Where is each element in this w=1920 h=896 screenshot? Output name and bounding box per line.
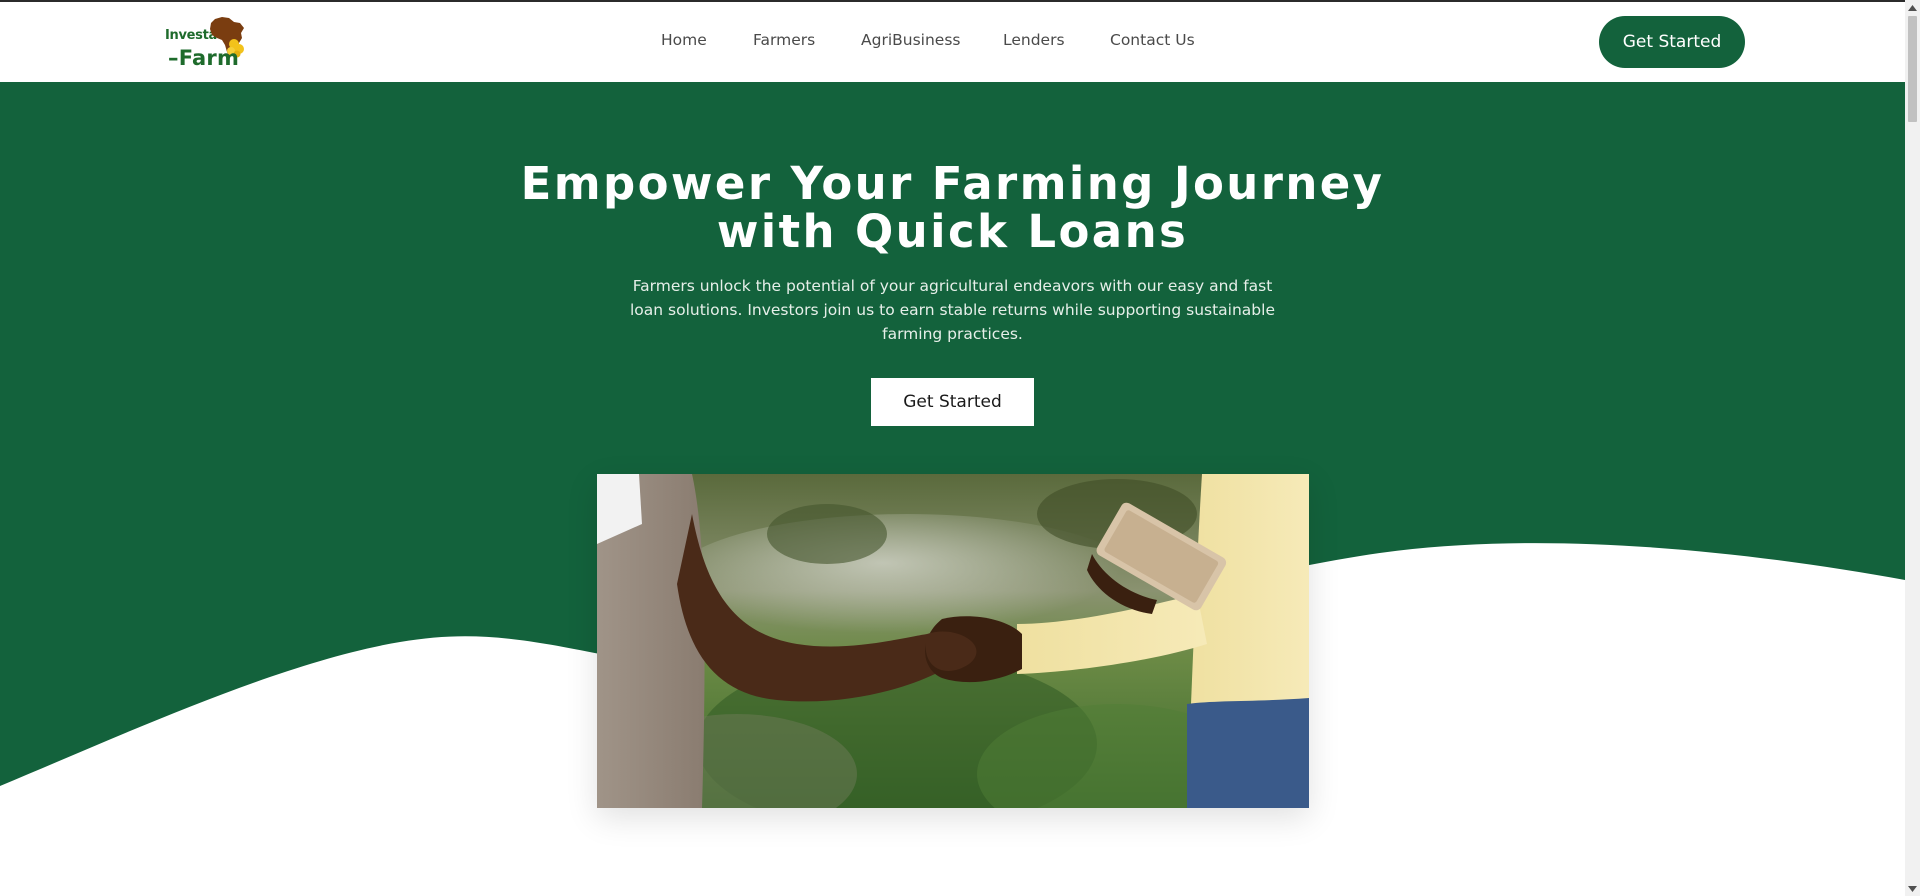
nav-home[interactable]: Home (661, 31, 707, 49)
hero-subtitle: Farmers unlock the potential of your agr… (629, 277, 1275, 343)
site-header: Investa –Farm Home Farmers AgriBusiness … (0, 2, 1905, 82)
nav-agribusiness[interactable]: AgriBusiness (861, 31, 960, 49)
hero-title: Empower Your Farming Journey with Quick … (520, 157, 1385, 258)
handshake-photo (597, 474, 1309, 808)
scrollbar-thumb[interactable] (1908, 16, 1917, 122)
nav-contact-us[interactable]: Contact Us (1110, 31, 1195, 49)
scroll-up-arrow-icon[interactable] (1905, 0, 1920, 15)
scroll-down-arrow-icon[interactable] (1905, 881, 1920, 896)
nav-farmers[interactable]: Farmers (753, 31, 815, 49)
nav-lenders[interactable]: Lenders (1003, 31, 1065, 49)
header-get-started-button[interactable]: Get Started (1599, 16, 1745, 68)
page-scrollbar[interactable] (1905, 0, 1920, 896)
hero-section: Empower Your Farming Journey with Quick … (0, 82, 1905, 896)
hero-get-started-button[interactable]: Get Started (871, 378, 1034, 426)
